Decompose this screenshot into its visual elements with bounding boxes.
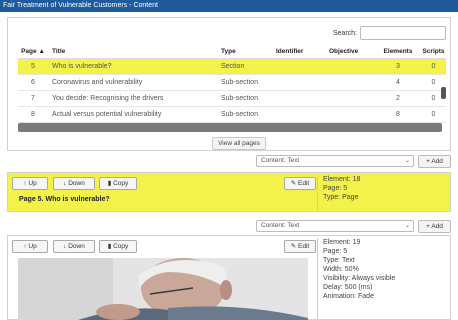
move-up-button[interactable]: ↑ Up	[12, 240, 48, 253]
info-line: Type: Text	[323, 257, 355, 264]
elderly-man-photo	[18, 258, 308, 320]
info-line: Delay: 500 (ms)	[323, 284, 373, 291]
col-page-header[interactable]: Page ▲	[18, 48, 48, 55]
cell-scripts: 0	[431, 79, 436, 86]
element-info: Element: 18 Page: 5 Type: Page	[323, 175, 360, 202]
cell-elements: 8	[396, 111, 400, 118]
content-type-value: Content: Text	[261, 222, 300, 229]
col-elements-header[interactable]: Elements	[375, 48, 421, 55]
search-label: Search:	[332, 29, 357, 37]
cell-page: 8	[31, 111, 35, 118]
element-heading: Page 5. Who is vulnerable?	[19, 196, 110, 203]
cell-title: Who is vulnerable?	[52, 63, 112, 70]
info-line: Element: 18	[323, 176, 361, 183]
search-input[interactable]	[360, 26, 446, 40]
edit-button[interactable]: ✎ Edit	[284, 240, 316, 253]
horizontal-scrollbar[interactable]	[18, 123, 442, 132]
window-title: Fair Treatment of Vulnerable Customers -…	[0, 0, 458, 12]
cell-title: You decide: Recognising the drivers	[52, 95, 164, 102]
move-down-button[interactable]: ↓ Down	[53, 240, 95, 253]
cell-title: Actual versus potential vulnerability	[52, 111, 162, 118]
col-objective-header[interactable]: Objective	[329, 48, 375, 55]
table-header: Page ▲ Title Type Identifier Objective E…	[18, 45, 446, 59]
info-line: Animation: Fade	[323, 293, 374, 300]
table-row[interactable]: 8 Actual versus potential vulnerability …	[18, 107, 446, 123]
divider	[317, 175, 318, 211]
table-row[interactable]: 5 Who is vulnerable? Section 3 0	[18, 59, 446, 75]
vertical-scrollbar-thumb[interactable]	[441, 87, 446, 99]
edit-icon: ✎	[290, 243, 297, 250]
cell-scripts: 0	[431, 63, 436, 70]
copy-icon: ▮	[107, 180, 112, 187]
info-line: Type: Page	[323, 194, 359, 201]
cell-type: Section	[221, 63, 245, 70]
element-panel-18: ↑ Up ↓ Down ▮ Copy ✎ Edit Page 5. Who is…	[7, 172, 451, 212]
col-type-header[interactable]: Type	[221, 48, 276, 55]
content-type-select[interactable]: Content: Text ⌄	[256, 220, 414, 232]
copy-button[interactable]: ▮ Copy	[99, 240, 137, 253]
cell-page: 7	[31, 95, 35, 102]
cell-elements: 2	[396, 95, 400, 102]
edit-button[interactable]: ✎ Edit	[284, 177, 316, 190]
divider	[317, 238, 318, 319]
cell-type: Sub-section	[221, 79, 258, 86]
add-element-button[interactable]: + Add	[418, 220, 451, 233]
cell-scripts: 0	[431, 111, 436, 118]
view-all-pages-button[interactable]: View all pages	[212, 137, 266, 150]
cell-elements: 4	[396, 79, 400, 86]
copy-icon: ▮	[107, 243, 112, 250]
cell-page: 6	[31, 79, 35, 86]
cell-elements: 3	[396, 63, 400, 70]
copy-button[interactable]: ▮ Copy	[99, 177, 137, 190]
edit-icon: ✎	[290, 180, 297, 187]
info-line: Page: 5	[323, 248, 348, 255]
col-identifier-header[interactable]: Identifier	[276, 48, 329, 55]
add-element-button[interactable]: + Add	[418, 155, 451, 168]
move-down-button[interactable]: ↓ Down	[53, 177, 95, 190]
pages-table: Page ▲ Title Type Identifier Objective E…	[18, 45, 446, 123]
content-type-select[interactable]: Content: Text ⌄	[256, 155, 414, 167]
content-type-value: Content: Text	[261, 157, 300, 164]
cell-type: Sub-section	[221, 111, 258, 118]
table-row[interactable]: 7 You decide: Recognising the drivers Su…	[18, 91, 446, 107]
chevron-down-icon: ⌄	[404, 223, 410, 229]
cell-page: 5	[31, 63, 35, 70]
cell-title: Coronavirus and vulnerability	[52, 79, 143, 86]
col-title-header[interactable]: Title	[48, 48, 221, 55]
cell-type: Sub-section	[221, 95, 258, 102]
chevron-down-icon: ⌄	[404, 158, 410, 164]
info-line: Element: 19	[323, 239, 361, 246]
move-up-button[interactable]: ↑ Up	[12, 177, 48, 190]
info-line: Width: 50%	[323, 266, 359, 273]
element-info: Element: 19 Page: 5 Type: Text Width: 50…	[323, 238, 395, 301]
col-scripts-header[interactable]: Scripts	[421, 48, 446, 55]
info-line: Visibility: Always visible	[323, 275, 396, 282]
search-row: Search:	[333, 26, 446, 40]
element-image	[18, 258, 308, 320]
sort-asc-icon: ▲	[38, 48, 45, 55]
table-row[interactable]: 6 Coronavirus and vulnerability Sub-sect…	[18, 75, 446, 91]
info-line: Page: 5	[323, 185, 348, 192]
pages-list-panel: Search: Page ▲ Title Type Identifier Obj…	[7, 17, 451, 151]
element-panel-19: ↑ Up ↓ Down ▮ Copy ✎ Edit Element: 19 Pa…	[7, 235, 451, 320]
